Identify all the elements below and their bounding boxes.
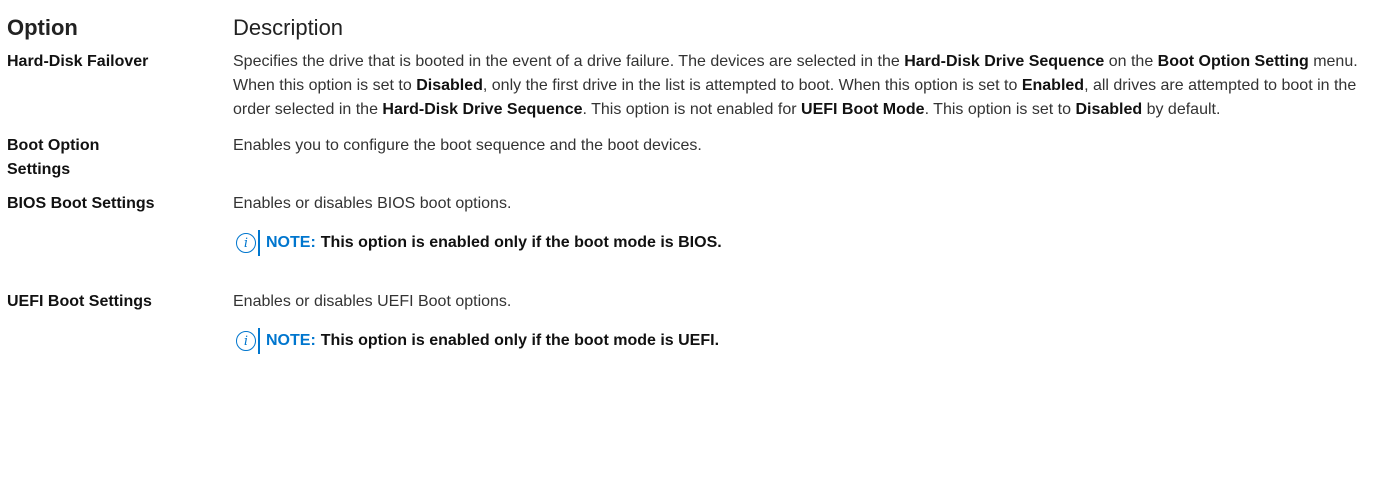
table-row: UEFI Boot Settings Enables or disables U…: [7, 290, 1377, 354]
description-text: . This option is not enabled for: [582, 101, 802, 118]
info-icon: i: [236, 233, 256, 253]
description-emphasis: Boot Option Setting: [1157, 53, 1309, 70]
note-callout: i NOTE: This option is enabled only if t…: [233, 230, 1367, 256]
option-name: Boot Option Settings: [7, 137, 100, 178]
table-row: BIOS Boot Settings Enables or disables B…: [7, 192, 1377, 256]
description-emphasis: UEFI Boot Mode: [801, 101, 925, 118]
option-name: UEFI Boot Settings: [7, 293, 152, 310]
table-row: Hard-Disk Failover Specifies the drive t…: [7, 50, 1377, 122]
note-label: NOTE:: [266, 234, 316, 251]
description-emphasis: Disabled: [1075, 101, 1143, 118]
note-divider: [258, 328, 260, 354]
document-page: Option Description Hard-Disk Failover Sp…: [7, 0, 1377, 354]
note-text: This option is enabled only if the boot …: [320, 234, 722, 251]
option-description-block: Enables or disables UEFI Boot options. i…: [233, 290, 1377, 354]
option-description-block: Enables or disables BIOS boot options. i…: [233, 192, 1377, 256]
header-option: Option: [7, 15, 78, 40]
description-text: Specifies the drive that is booted in th…: [233, 53, 905, 70]
description-text: on the: [1104, 53, 1158, 70]
option-name: Hard-Disk Failover: [7, 53, 149, 70]
note-label: NOTE:: [266, 332, 316, 349]
option-name: BIOS Boot Settings: [7, 195, 155, 212]
description-text: by default.: [1142, 101, 1221, 118]
option-description: Enables or disables UEFI Boot options.: [233, 293, 512, 310]
table-header: Option Description: [7, 6, 1377, 50]
note-callout: i NOTE: This option is enabled only if t…: [233, 328, 1367, 354]
option-description: Specifies the drive that is booted in th…: [233, 50, 1377, 122]
description-emphasis: Disabled: [416, 77, 483, 94]
option-description: Enables you to configure the boot sequen…: [233, 137, 702, 154]
description-emphasis: Enabled: [1021, 77, 1085, 94]
description-emphasis: Hard-Disk Drive Sequence: [382, 101, 583, 118]
description-emphasis: Hard-Disk Drive Sequence: [904, 53, 1105, 70]
note-divider: [258, 230, 260, 256]
table-row: Boot Option Settings Enables you to conf…: [7, 134, 1377, 182]
description-text: , only the first drive in the list is at…: [482, 77, 1022, 94]
description-text: . This option is set to: [924, 101, 1076, 118]
info-icon: i: [236, 331, 256, 351]
option-description: Enables or disables BIOS boot options.: [233, 195, 512, 212]
note-text: This option is enabled only if the boot …: [320, 332, 720, 349]
header-description: Description: [233, 15, 344, 40]
